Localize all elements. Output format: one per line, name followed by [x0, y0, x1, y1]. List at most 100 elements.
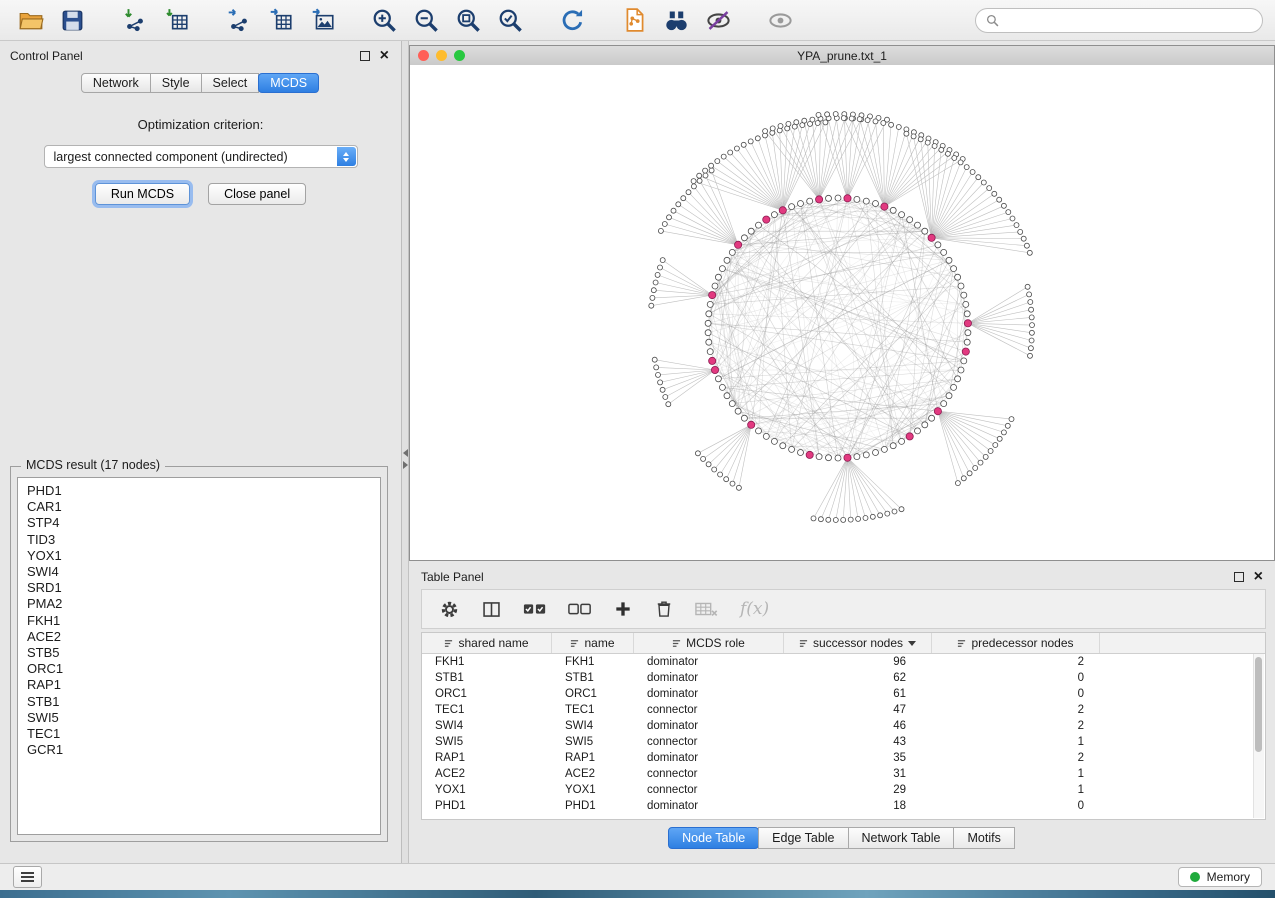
function-builder-button[interactable]: f(x) [740, 599, 769, 619]
delete-table-button[interactable] [695, 600, 719, 618]
mcds-result-item[interactable]: CAR1 [27, 499, 380, 515]
export-network-button[interactable] [220, 4, 257, 37]
collapse-right-icon[interactable] [403, 461, 408, 469]
export-table-button[interactable] [262, 4, 299, 37]
tab-network[interactable]: Network [81, 73, 151, 93]
mcds-result-item[interactable]: FKH1 [27, 613, 380, 629]
close-window-button[interactable] [418, 50, 429, 61]
show-all-button[interactable] [762, 4, 799, 37]
mcds-result-item[interactable]: SWI5 [27, 710, 380, 726]
tab-select[interactable]: Select [201, 73, 260, 93]
close-panel-button[interactable]: Close panel [208, 183, 306, 205]
criterion-dropdown[interactable]: largest connected component (undirected) [44, 145, 358, 168]
tab-motifs[interactable]: Motifs [953, 827, 1014, 849]
mcds-result-item[interactable]: GCR1 [27, 742, 380, 758]
mcds-result-item[interactable]: STP4 [27, 515, 380, 531]
refresh-view-button[interactable] [554, 4, 591, 37]
panel-splitter[interactable] [402, 41, 409, 863]
mcds-result-item[interactable]: STB1 [27, 694, 380, 710]
mcds-result-item[interactable]: RAP1 [27, 677, 380, 693]
tab-node-table[interactable]: Node Table [668, 827, 759, 849]
delete-columns-button[interactable] [654, 599, 674, 619]
close-panel-icon-button[interactable]: × [380, 51, 389, 61]
column-header[interactable]: MCDS role [634, 633, 784, 653]
mcds-result-item[interactable]: TID3 [27, 532, 380, 548]
mcds-result-item[interactable]: ACE2 [27, 629, 380, 645]
minimize-window-button[interactable] [436, 50, 447, 61]
run-mcds-button[interactable]: Run MCDS [95, 183, 190, 205]
zoom-fit-icon [455, 7, 482, 34]
mcds-result-item[interactable]: PHD1 [27, 483, 380, 499]
table-panel-title: Table Panel [421, 570, 484, 584]
import-network-button[interactable] [116, 4, 153, 37]
hide-selected-button[interactable] [700, 4, 737, 37]
table-cell: dominator [634, 752, 784, 764]
table-row[interactable]: FKH1FKH1dominator962 [422, 654, 1265, 670]
table-scrollbar-thumb[interactable] [1255, 657, 1262, 752]
splitter-collapse-icons[interactable] [402, 449, 409, 469]
search-input[interactable] [1005, 12, 1252, 28]
table-row[interactable]: ACE2ACE2connector311 [422, 766, 1265, 782]
open-file-button[interactable] [12, 4, 49, 37]
network-graph[interactable] [410, 65, 1274, 559]
table-scrollbar[interactable] [1253, 654, 1264, 818]
table-row[interactable]: SWI4SWI4dominator462 [422, 718, 1265, 734]
select-all-checkboxes-icon [523, 600, 547, 618]
save-session-button[interactable] [54, 4, 91, 37]
table-settings-button[interactable] [439, 599, 460, 620]
table-row[interactable]: RAP1RAP1dominator352 [422, 750, 1265, 766]
mcds-result-item[interactable]: ORC1 [27, 661, 380, 677]
deselect-all-columns-button[interactable] [568, 600, 592, 618]
new-network-from-selection-button[interactable] [616, 4, 653, 37]
table-row[interactable]: STB1STB1dominator620 [422, 670, 1265, 686]
select-all-columns-button[interactable] [523, 600, 547, 618]
export-image-button[interactable] [304, 4, 341, 37]
zoom-fit-button[interactable] [450, 4, 487, 37]
collapse-left-icon[interactable] [403, 449, 408, 457]
search-box[interactable] [975, 8, 1263, 33]
memory-button[interactable]: Memory [1178, 867, 1262, 887]
tab-edge-table[interactable]: Edge Table [758, 827, 848, 849]
column-header[interactable]: predecessor nodes [932, 633, 1100, 653]
column-header[interactable]: shared name [422, 633, 552, 653]
status-menu-button[interactable] [13, 866, 42, 888]
network-canvas[interactable] [410, 65, 1274, 560]
show-columns-button[interactable] [481, 599, 502, 620]
tab-mcds[interactable]: MCDS [258, 73, 319, 93]
close-table-panel-button[interactable]: × [1254, 572, 1263, 582]
table-row[interactable]: PHD1PHD1dominator180 [422, 798, 1265, 814]
table-row[interactable]: SWI5SWI5connector431 [422, 734, 1265, 750]
column-sort-icon [799, 639, 808, 648]
mcds-result-list[interactable]: PHD1CAR1STP4TID3YOX1SWI4SRD1PMA2FKH1ACE2… [17, 477, 381, 835]
float-panel-button[interactable] [360, 51, 370, 61]
mcds-result-item[interactable]: SRD1 [27, 580, 380, 596]
table-cell: TEC1 [552, 704, 634, 716]
network-view-titlebar[interactable]: YPA_prune.txt_1 [410, 46, 1274, 66]
open-folder-icon [18, 7, 44, 33]
create-column-button[interactable] [613, 599, 633, 619]
tab-network-table[interactable]: Network Table [848, 827, 955, 849]
table-row[interactable]: YOX1YOX1connector291 [422, 782, 1265, 798]
mcds-result-item[interactable]: STB5 [27, 645, 380, 661]
mcds-result-item[interactable]: PMA2 [27, 596, 380, 612]
table-cell: 61 [784, 688, 932, 700]
mcds-result-item[interactable]: TEC1 [27, 726, 380, 742]
zoom-in-button[interactable] [366, 4, 403, 37]
table-cell: 0 [932, 800, 1100, 812]
find-button[interactable] [658, 4, 695, 37]
table-row[interactable]: ORC1ORC1dominator610 [422, 686, 1265, 702]
column-header[interactable]: name [552, 633, 634, 653]
mcds-result-item[interactable]: SWI4 [27, 564, 380, 580]
tab-style[interactable]: Style [150, 73, 202, 93]
maximize-window-button[interactable] [454, 50, 465, 61]
table-row[interactable]: TEC1TEC1connector472 [422, 702, 1265, 718]
zoom-out-button[interactable] [408, 4, 445, 37]
table-cell: dominator [634, 672, 784, 684]
table-cell: 0 [932, 672, 1100, 684]
table-cell: 2 [932, 656, 1100, 668]
import-table-button[interactable] [158, 4, 195, 37]
float-table-panel-button[interactable] [1234, 572, 1244, 582]
mcds-result-item[interactable]: YOX1 [27, 548, 380, 564]
zoom-selected-button[interactable] [492, 4, 529, 37]
column-header[interactable]: successor nodes [784, 633, 932, 653]
